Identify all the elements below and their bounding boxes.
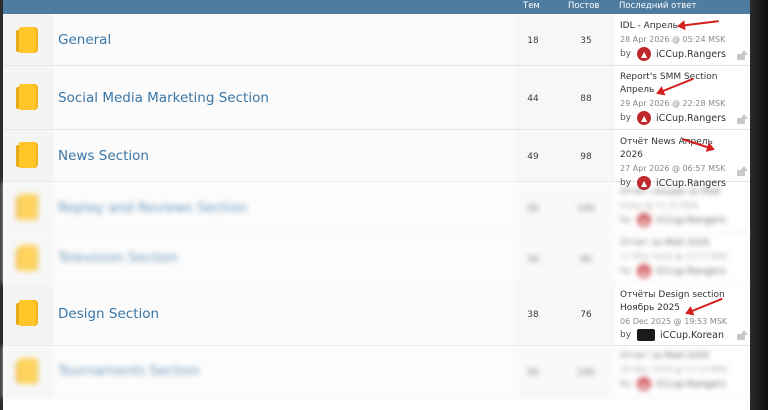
avatar-icon: ▲ bbox=[637, 377, 652, 391]
username-link[interactable]: iCCup.Rangers bbox=[656, 379, 726, 390]
topics-count: 18 bbox=[527, 36, 539, 46]
last-post: Отчет за Май 2026 27 May 2026 @ 13:27 MS… bbox=[620, 237, 738, 278]
last-post-date: 29 Apr 2026 @ 22:28 MSK bbox=[620, 99, 726, 108]
avatar-icon: ▲ bbox=[637, 111, 652, 125]
folder-icon bbox=[16, 142, 38, 168]
last-post-date: 27 May 2026 @ 13:27 MSK bbox=[620, 252, 729, 261]
posts-count: 100 bbox=[577, 368, 595, 378]
forum-row: Social Media Marketing Section 44 88 Rep… bbox=[3, 66, 750, 130]
last-post-date: today @ 11:33 MSK bbox=[620, 201, 699, 210]
forum-row: Replay and Reviews Section 50 100 Отчет … bbox=[3, 182, 750, 233]
posts-count: 98 bbox=[580, 152, 592, 162]
username-link[interactable]: iCCup.Rangers bbox=[656, 266, 726, 277]
posts-count: 100 bbox=[577, 204, 595, 214]
last-post-date: 06 Dec 2025 @ 19:53 MSK bbox=[620, 317, 728, 326]
forum-title-replay[interactable]: Replay and Reviews Section bbox=[58, 200, 247, 216]
goto-last-post-icon[interactable] bbox=[736, 166, 748, 176]
avatar-icon: ▲ bbox=[637, 213, 652, 227]
forum-title-tournaments[interactable]: Tournaments Section bbox=[58, 363, 200, 379]
forum-title-news[interactable]: News Section bbox=[58, 148, 149, 164]
folder-icon bbox=[16, 358, 38, 384]
username-link[interactable]: iCCup.Korean bbox=[660, 330, 724, 341]
by-label: by bbox=[620, 379, 632, 389]
topics-count: 50 bbox=[527, 368, 539, 378]
by-label: by bbox=[620, 266, 632, 276]
posts-count: 88 bbox=[580, 94, 592, 104]
last-post-date: 28 Apr 2026 @ 05:24 MSK bbox=[620, 35, 726, 44]
last-post: Отчёты Design section Ноябрь 2025 06 Dec… bbox=[620, 289, 738, 341]
forum-list: Тем Постов Последний ответ General 18 35… bbox=[3, 0, 750, 410]
folder-icon bbox=[16, 194, 38, 220]
forum-row: News Section 49 98 Отчёт News Апрель 202… bbox=[3, 130, 750, 190]
forum-title-general[interactable]: General bbox=[58, 32, 111, 48]
avatar-icon bbox=[637, 329, 656, 341]
by-label: by bbox=[620, 113, 632, 123]
goto-last-post-icon[interactable] bbox=[736, 114, 748, 124]
forum-title-television[interactable]: Television Section bbox=[58, 250, 178, 266]
last-post-date: 28 May 2026 @ 12:10 MSK bbox=[620, 365, 729, 374]
header-last-post: Последний ответ bbox=[619, 1, 697, 11]
folder-icon bbox=[16, 245, 38, 271]
forum-row: Tournaments Section 50 100 Отчет за Май … bbox=[3, 346, 750, 398]
header-posts: Постов bbox=[568, 1, 600, 11]
topics-count: 30 bbox=[527, 255, 539, 265]
goto-last-post-icon[interactable] bbox=[736, 50, 748, 60]
last-post: Отчет за Май 2026 28 May 2026 @ 12:10 MS… bbox=[620, 350, 738, 391]
topics-count: 44 bbox=[527, 94, 539, 104]
header-topics: Тем bbox=[523, 1, 540, 11]
last-post-link[interactable]: Отчёты Design section Ноябрь 2025 bbox=[620, 289, 738, 315]
goto-last-post-icon[interactable] bbox=[736, 330, 748, 340]
username-link[interactable]: iCCup.Rangers bbox=[656, 215, 726, 226]
forum-table-header: Тем Постов Последний ответ bbox=[3, 0, 750, 14]
page-background-edge bbox=[750, 0, 768, 410]
forum-title-design[interactable]: Design Section bbox=[58, 306, 159, 322]
folder-icon bbox=[16, 300, 38, 326]
posts-count: 35 bbox=[580, 36, 592, 46]
topics-count: 50 bbox=[527, 204, 539, 214]
avatar-icon: ▲ bbox=[637, 264, 652, 278]
by-label: by bbox=[620, 330, 632, 340]
last-post-date: 27 Apr 2026 @ 06:57 MSK bbox=[620, 164, 726, 173]
forum-row: Television Section 30 90 Отчет за Май 20… bbox=[3, 233, 750, 284]
posts-count: 90 bbox=[580, 255, 592, 265]
username-link[interactable]: iCCup.Rangers bbox=[656, 49, 726, 60]
by-label: by bbox=[620, 49, 632, 59]
posts-count: 76 bbox=[580, 310, 592, 320]
forum-title-smm[interactable]: Social Media Marketing Section bbox=[58, 90, 269, 106]
folder-icon bbox=[16, 27, 38, 53]
username-link[interactable]: iCCup.Rangers bbox=[656, 113, 726, 124]
last-post-link[interactable]: Отчет секции за Май bbox=[620, 186, 738, 199]
topics-count: 49 bbox=[527, 152, 539, 162]
forum-row: General 18 35 IDL - Апрель 28 Apr 2026 @… bbox=[3, 14, 750, 66]
last-post-link[interactable]: Отчёт News Апрель 2026 bbox=[620, 136, 738, 162]
forum-row: Design Section 38 76 Отчёты Design secti… bbox=[3, 284, 750, 346]
topics-count: 38 bbox=[527, 310, 539, 320]
last-post-link[interactable]: Отчет за Май 2026 bbox=[620, 237, 738, 250]
folder-icon bbox=[16, 84, 38, 110]
last-post: Report's SMM Section Апрель 29 Apr 2026 … bbox=[620, 71, 738, 125]
last-post-link[interactable]: Отчет за Май 2026 bbox=[620, 350, 738, 363]
last-post: Отчет секции за Май today @ 11:33 MSK by… bbox=[620, 186, 738, 227]
by-label: by bbox=[620, 215, 632, 225]
avatar-icon: ▲ bbox=[637, 47, 652, 61]
